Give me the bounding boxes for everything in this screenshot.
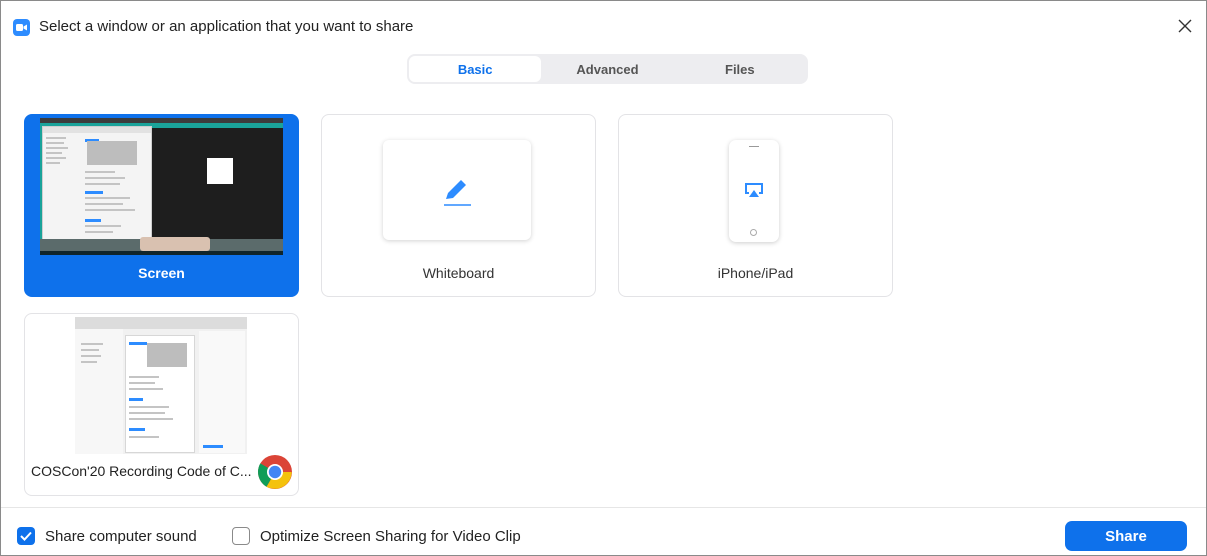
share-screen-dialog: Select a window or an application that y… — [0, 0, 1207, 556]
close-icon[interactable] — [1172, 13, 1198, 39]
chrome-window-thumbnail — [75, 317, 247, 454]
tile-label-iphone: iPhone/iPad — [717, 265, 794, 281]
tab-advanced[interactable]: Advanced — [541, 56, 673, 82]
checkbox-unchecked-icon[interactable] — [232, 527, 250, 545]
title-bar: Select a window or an application that y… — [1, 1, 1206, 53]
checkbox-checked-icon[interactable] — [17, 527, 35, 545]
optimize-video-clip-label: Optimize Screen Sharing for Video Clip — [260, 527, 521, 545]
chrome-icon — [257, 454, 293, 490]
phone-preview — [729, 140, 779, 242]
tab-basic[interactable]: Basic — [409, 56, 542, 82]
window-title: Select a window or an application that y… — [39, 18, 414, 35]
share-button[interactable]: Share — [1065, 521, 1187, 551]
share-computer-sound-checkbox[interactable]: Share computer sound — [17, 527, 197, 545]
tile-label-screen: Screen — [138, 265, 185, 281]
whiteboard-preview — [383, 140, 531, 240]
pencil-icon — [444, 180, 471, 206]
share-computer-sound-label: Share computer sound — [45, 527, 197, 545]
screen-preview-thumbnail — [40, 118, 283, 255]
share-option-screen[interactable]: Screen — [24, 114, 299, 297]
airplay-icon — [745, 183, 763, 197]
footer-divider — [1, 507, 1206, 508]
tile-label-chrome-window: COSCon'20 Recording Code of C... — [31, 463, 252, 479]
optimize-video-clip-checkbox[interactable]: Optimize Screen Sharing for Video Clip — [232, 527, 521, 545]
zoom-app-icon — [13, 19, 30, 36]
tile-label-whiteboard: Whiteboard — [422, 265, 495, 281]
share-tabs: Basic Advanced Files — [407, 54, 808, 84]
share-option-chrome-window[interactable]: COSCon'20 Recording Code of C... — [24, 313, 299, 496]
share-option-iphone-ipad[interactable]: iPhone/iPad — [618, 114, 893, 297]
tab-files[interactable]: Files — [674, 56, 806, 82]
share-option-whiteboard[interactable]: Whiteboard — [321, 114, 596, 297]
